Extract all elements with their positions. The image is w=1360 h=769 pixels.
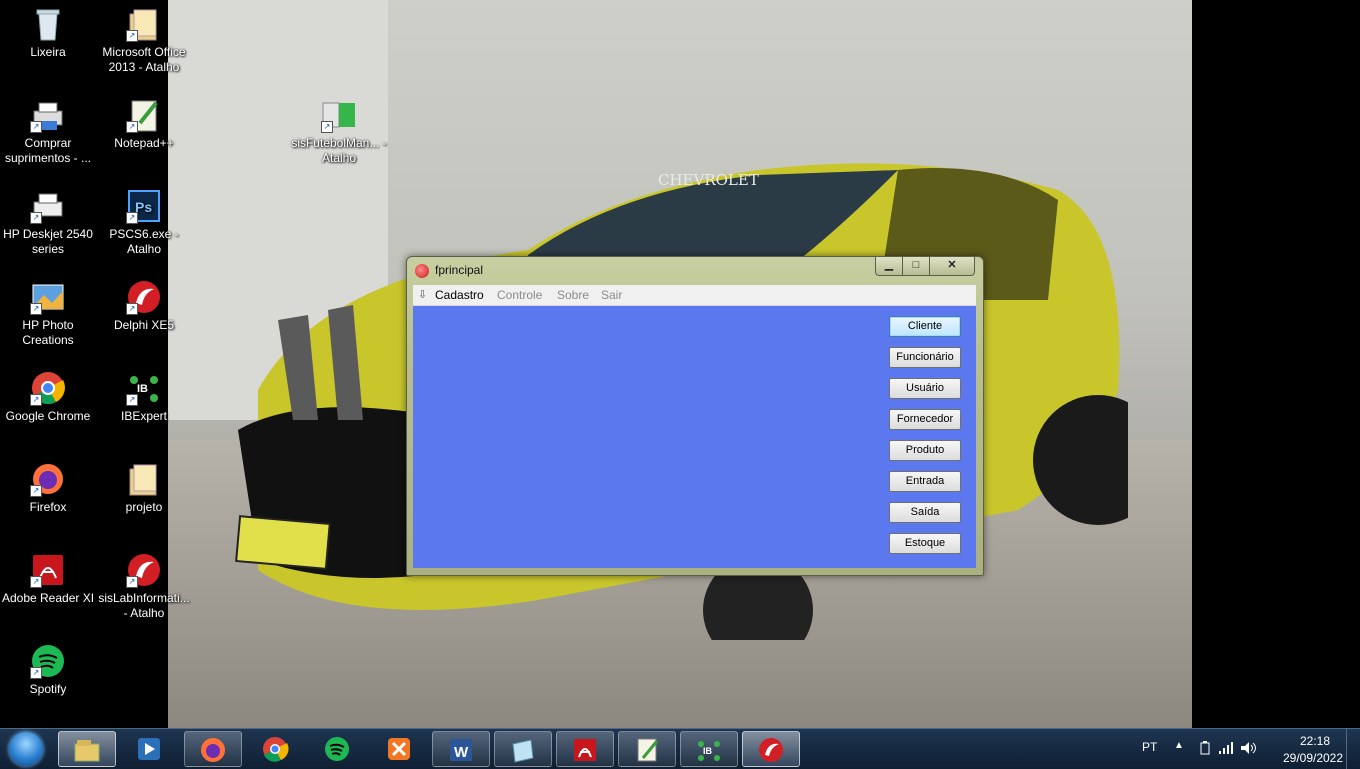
clock-date[interactable]: 29/09/2022 <box>1272 751 1354 765</box>
recycle-bin-icon <box>30 6 66 42</box>
delphi-icon: ↗ <box>126 279 162 315</box>
desktop-icon-delphi[interactable]: ↗ Delphi XE5 <box>96 273 192 333</box>
spotify-icon <box>323 735 351 763</box>
svg-text:IB: IB <box>703 746 713 756</box>
main-form-area: Cliente Funcionário Usuário Fornecedor P… <box>413 306 976 568</box>
desktop-icon-notepad-plus[interactable]: ↗ Notepad++ <box>96 91 192 151</box>
desktop-icon-ibexpert[interactable]: IB ↗ IBExpert <box>96 364 192 424</box>
desktop-icon-hp-photo[interactable]: ↗ HP Photo Creations <box>0 273 96 348</box>
desktop-icon-ms-office[interactable]: ↗ Microsoft Office 2013 - Atalho <box>96 0 192 75</box>
battery-icon[interactable] <box>1200 741 1210 758</box>
photoshop-icon: Ps ↗ <box>126 188 162 224</box>
taskbar-chrome[interactable] <box>246 731 304 767</box>
saida-button[interactable]: Saída <box>889 502 961 523</box>
explorer-icon <box>73 736 101 764</box>
language-indicator[interactable]: PT <box>1142 740 1157 754</box>
xampp-icon <box>385 735 413 763</box>
desktop-icon-lixeira[interactable]: Lixeira <box>0 0 96 60</box>
printer-icon: ↗ <box>30 188 66 224</box>
taskbar: W IB PT ▲ 22:18 29/09/2022 <box>0 728 1360 769</box>
show-hidden-icons-icon[interactable]: ▲ <box>1174 740 1184 751</box>
desktop: CHEVROLET Lixeira ↗ Microsoft Office 201… <box>0 0 1360 728</box>
taskbar-notepadpp[interactable] <box>618 731 676 767</box>
estoque-button[interactable]: Estoque <box>889 533 961 554</box>
firefox-icon: ↗ <box>30 461 66 497</box>
svg-text:W: W <box>454 744 469 761</box>
taskbar-notepad[interactable] <box>494 731 552 767</box>
notepad-icon <box>509 736 537 764</box>
delphi-icon <box>415 264 429 278</box>
menu-controle[interactable]: Controle <box>497 288 542 302</box>
usuario-button[interactable]: Usuário <box>889 378 961 399</box>
network-signal-icon[interactable] <box>1218 741 1234 758</box>
desktop-icon-sislab[interactable]: ↗ sisLabInformati... - Atalho <box>96 546 192 621</box>
menu-sair[interactable]: Sair <box>601 288 622 302</box>
ibexpert-icon: IB ↗ <box>126 370 162 406</box>
taskbar-firefox[interactable] <box>184 731 242 767</box>
show-desktop-button[interactable] <box>1346 729 1360 769</box>
menu-sobre[interactable]: Sobre <box>557 288 589 302</box>
desktop-icon-sisfutebol[interactable]: ↗ sisFutebolMan... - Atalho <box>291 91 387 166</box>
taskbar-word[interactable]: W <box>432 731 490 767</box>
photo-icon: ↗ <box>30 279 66 315</box>
desktop-icon-firefox[interactable]: ↗ Firefox <box>0 455 96 515</box>
taskbar-spotify[interactable] <box>308 731 366 767</box>
notepadpp-icon <box>633 736 661 764</box>
system-tray: PT ▲ 22:18 29/09/2022 <box>1130 729 1360 769</box>
clock-time[interactable]: 22:18 <box>1280 734 1350 748</box>
fornecedor-button[interactable]: Fornecedor <box>889 409 961 430</box>
adobe-icon: ↗ <box>30 552 66 588</box>
chrome-icon: ↗ <box>30 370 66 406</box>
delphi-icon <box>757 736 785 764</box>
minimize-button[interactable]: ▁ <box>875 257 903 276</box>
svg-text:IB: IB <box>137 383 148 395</box>
cliente-button[interactable]: Cliente <box>889 316 961 337</box>
media-icon <box>135 735 163 763</box>
window-title: fprincipal <box>435 263 484 277</box>
wallpaper-brand-text: CHEVROLET <box>658 171 759 189</box>
close-button[interactable]: ✕ <box>929 257 975 276</box>
taskbar-ibexpert[interactable]: IB <box>680 731 738 767</box>
word-icon: W <box>447 736 475 764</box>
taskbar-delphi[interactable] <box>742 731 800 767</box>
desktop-icon-comprar-suprimentos[interactable]: ↗ Comprar suprimentos - ... <box>0 91 96 166</box>
desktop-icon-adobe-reader[interactable]: ↗ Adobe Reader XI <box>0 546 96 606</box>
fprincipal-window[interactable]: fprincipal ▁ □ ✕ ⇩ Cadastro Controle Sob… <box>406 256 984 576</box>
spotify-icon: ↗ <box>30 643 66 679</box>
start-button[interactable] <box>4 730 48 768</box>
taskbar-xampp[interactable] <box>370 731 428 767</box>
menu-cadastro[interactable]: Cadastro <box>435 288 484 302</box>
desktop-icon-pscs6[interactable]: Ps ↗ PSCS6.exe - Atalho <box>96 182 192 257</box>
menu-bar: ⇩ Cadastro Controle Sobre Sair <box>413 285 976 306</box>
maximize-button[interactable]: □ <box>902 257 930 276</box>
taskbar-media[interactable] <box>120 731 178 767</box>
folder-icon: ↗ <box>126 6 162 42</box>
produto-button[interactable]: Produto <box>889 440 961 461</box>
folder-icon <box>126 461 162 497</box>
delphi-icon: ↗ <box>126 552 162 588</box>
volume-icon[interactable] <box>1240 741 1258 758</box>
firefox-icon <box>199 736 227 764</box>
ibexpert-icon: IB <box>695 736 723 764</box>
taskbar-adobe[interactable] <box>556 731 614 767</box>
adobe-icon <box>571 736 599 764</box>
desktop-icon-hp-deskjet[interactable]: ↗ HP Deskjet 2540 series <box>0 182 96 257</box>
windows-logo-icon <box>9 732 43 766</box>
taskbar-explorer[interactable] <box>58 731 116 767</box>
notepad-icon: ↗ <box>126 97 162 133</box>
desktop-icon-chrome[interactable]: ↗ Google Chrome <box>0 364 96 424</box>
app-icon: ↗ <box>321 97 357 133</box>
chrome-icon <box>261 735 289 763</box>
desktop-icon-projeto[interactable]: projeto <box>96 455 192 515</box>
funcionario-button[interactable]: Funcionário <box>889 347 961 368</box>
menu-drag-handle-icon[interactable]: ⇩ <box>418 288 427 301</box>
printer-icon: ↗ <box>30 97 66 133</box>
entrada-button[interactable]: Entrada <box>889 471 961 492</box>
desktop-icon-spotify[interactable]: ↗ Spotify <box>0 637 96 697</box>
